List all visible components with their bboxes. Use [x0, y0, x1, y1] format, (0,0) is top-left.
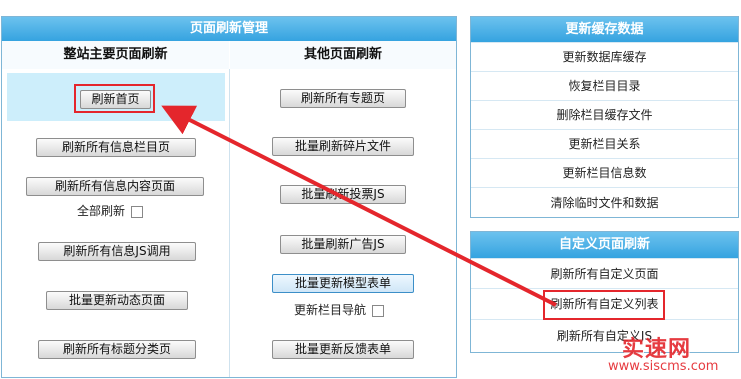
- batch-update-model-form-button[interactable]: 批量更新模型表单: [272, 274, 414, 293]
- page-refresh-panel-title: 页面刷新管理: [2, 17, 456, 41]
- cache-item-update-column-count[interactable]: 更新栏目信息数: [471, 158, 738, 187]
- batch-refresh-vote-js-button[interactable]: 批量刷新投票JS: [280, 185, 406, 204]
- batch-refresh-fragment-button[interactable]: 批量刷新碎片文件: [272, 137, 414, 156]
- custom-item-all-pages[interactable]: 刷新所有自定义页面: [471, 258, 738, 288]
- update-nav-option: 更新栏目导航: [294, 302, 385, 318]
- refresh-all-js-button[interactable]: 刷新所有信息JS调用: [38, 242, 196, 261]
- update-nav-checkbox[interactable]: [372, 304, 385, 317]
- right-column-title: 其他页面刷新: [230, 41, 456, 69]
- cache-item-restore-column-dir[interactable]: 恢复栏目目录: [471, 71, 738, 100]
- page-refresh-panel: 页面刷新管理 整站主要页面刷新 其他页面刷新 刷新首页 刷新所有信息栏目页 刷新…: [1, 16, 457, 378]
- custom-page-panel: 自定义页面刷新 刷新所有自定义页面 刷新所有自定义列表 刷新所有自定义JS: [470, 231, 739, 353]
- cache-item-delete-column-cache[interactable]: 删除栏目缓存文件: [471, 100, 738, 129]
- cache-item-update-column-relation[interactable]: 更新栏目关系: [471, 129, 738, 158]
- custom-page-panel-title: 自定义页面刷新: [471, 232, 738, 258]
- refresh-all-column-pages-button[interactable]: 刷新所有信息栏目页: [36, 138, 196, 157]
- left-column-title: 整站主要页面刷新: [2, 41, 229, 69]
- batch-refresh-ad-js-button[interactable]: 批量刷新广告JS: [280, 235, 406, 254]
- refresh-home-button[interactable]: 刷新首页: [80, 90, 151, 109]
- custom-item-all-js[interactable]: 刷新所有自定义JS: [471, 319, 738, 352]
- custom-item-all-lists[interactable]: 刷新所有自定义列表: [471, 288, 738, 319]
- cache-item-update-db[interactable]: 更新数据库缓存: [471, 42, 738, 71]
- batch-update-dynamic-button[interactable]: 批量更新动态页面: [46, 291, 188, 310]
- full-refresh-option: 全部刷新: [77, 203, 144, 219]
- cache-panel: 更新缓存数据 更新数据库缓存 恢复栏目目录 删除栏目缓存文件 更新栏目关系 更新…: [470, 16, 739, 218]
- update-nav-label: 更新栏目导航: [294, 303, 367, 317]
- cache-panel-title: 更新缓存数据: [471, 17, 738, 42]
- column-divider: [229, 69, 230, 377]
- refresh-all-content-pages-button[interactable]: 刷新所有信息内容页面: [26, 177, 204, 196]
- batch-update-feedback-form-button[interactable]: 批量更新反馈表单: [272, 340, 414, 359]
- cache-item-clear-temp[interactable]: 清除临时文件和数据: [471, 187, 738, 217]
- refresh-all-title-category-button[interactable]: 刷新所有标题分类页: [38, 340, 196, 359]
- refresh-all-topic-button[interactable]: 刷新所有专题页: [280, 89, 406, 108]
- full-refresh-label: 全部刷新: [77, 204, 126, 218]
- watermark-url: www.siscms.com: [608, 359, 719, 374]
- full-refresh-checkbox[interactable]: [131, 205, 144, 218]
